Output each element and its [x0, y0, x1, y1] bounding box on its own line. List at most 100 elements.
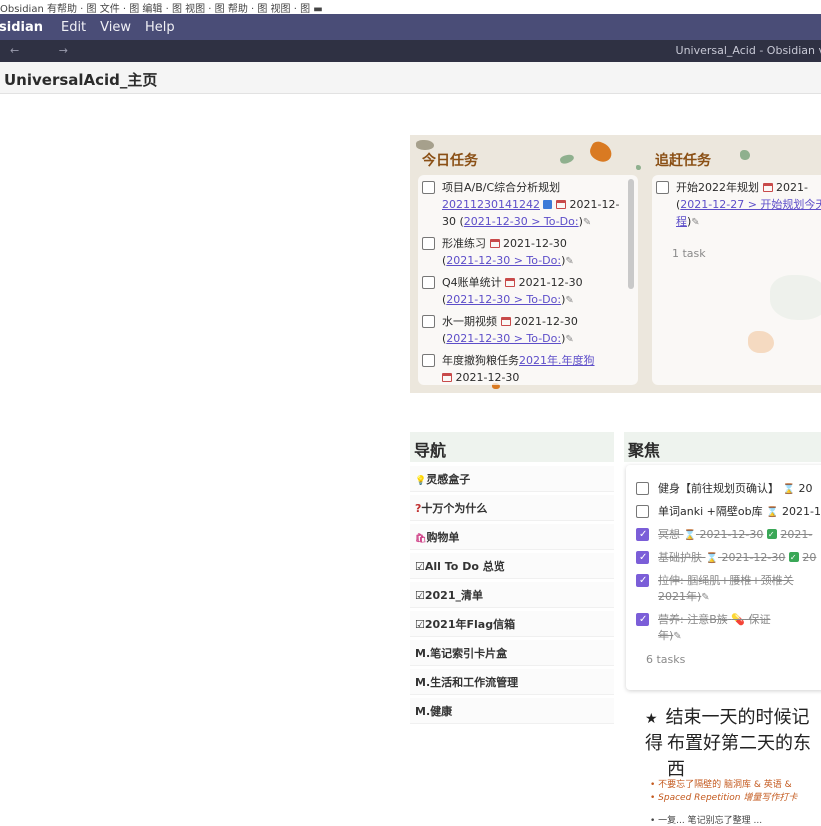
nav-label: M.笔记索引卡片盒 — [415, 647, 508, 660]
due-link[interactable]: 2021-12-30 > To-Do: — [446, 254, 561, 267]
calendar-icon — [489, 239, 500, 248]
task-date: 2021-12-30 — [721, 551, 786, 564]
menu-view[interactable]: View — [100, 20, 131, 35]
focus-card: 健身【前往规划页确认】 ⌛ 20 单词anki +隔壁ob库 ⌛ 2021-1 … — [626, 465, 821, 690]
checkbox-icon: ☑ — [415, 589, 425, 602]
edit-icon[interactable]: ✎ — [701, 590, 709, 606]
task-checkbox[interactable] — [422, 181, 435, 194]
calendar-icon — [442, 373, 452, 382]
task-text: 冥想 — [658, 528, 680, 541]
checkbox-icon: ☑ — [415, 560, 425, 573]
task-text: 开始2022年规划 — [676, 181, 759, 194]
nav-item-shopping[interactable]: 🛍购物单 — [410, 524, 614, 550]
task-link[interactable]: 20211230141242 — [442, 198, 540, 211]
note-text: 不要忘了隔壁的 脑洞库 & 英语 & — [658, 780, 792, 790]
task-text: 健身【前往规划页确认】 — [658, 482, 779, 495]
nav-item-health[interactable]: M.健康 — [410, 698, 614, 724]
nav-item-notes-index[interactable]: M.笔记索引卡片盒 — [410, 640, 614, 666]
task-item: 营养: 注意B族 💊 保证 年)✎ — [626, 612, 821, 645]
task-checkbox[interactable] — [422, 315, 435, 328]
task-text: 年度撤狗粮任务 — [442, 354, 519, 367]
edit-icon[interactable]: ✎ — [565, 292, 573, 309]
nav-item-why[interactable]: ?十万个为什么 — [410, 495, 614, 521]
focus-count: 6 tasks — [646, 653, 686, 666]
task-item: 基础护肤 ⌛ 2021-12-30 20 — [626, 550, 821, 567]
nav-item-inspiration[interactable]: 💡灵感盒子 — [410, 466, 614, 492]
task-item: 水一期视频 2021-12-30 (2021-12-30 > To-Do:)✎ — [418, 313, 626, 348]
due-link[interactable]: 2021-12-30 > To-Do: — [464, 215, 579, 228]
task-date: 2021-12-30 — [455, 371, 520, 384]
blue-link-icon — [543, 200, 553, 209]
task-checkbox-checked[interactable] — [636, 573, 649, 589]
task-item: 冥想 ⌛ 2021-12-30 2021- — [626, 527, 821, 544]
task-text: Q4账单统计 — [442, 276, 502, 289]
catchup-count: 1 task — [672, 247, 706, 260]
edit-icon[interactable]: ✎ — [691, 214, 699, 231]
decor-speck — [559, 152, 575, 166]
nav-label: M.生活和工作流管理 — [415, 676, 519, 689]
note-title: UniversalAcid_主页 — [0, 62, 821, 94]
reminder-line-2: 布置好第二天的东西 — [667, 733, 811, 780]
edit-icon[interactable]: ✎ — [565, 253, 573, 270]
nav-item-2021-list[interactable]: ☑2021_清单 — [410, 582, 614, 608]
calendar-icon — [555, 200, 566, 209]
hourglass-icon: ⌛ — [683, 530, 696, 541]
decor-speck — [416, 140, 434, 150]
due-link[interactable]: 2021-12-30 > To-Do: — [446, 332, 561, 345]
due-link-tail[interactable]: 程 — [676, 215, 687, 228]
task-text: 拉伸: 腘绳肌+腰椎+颈椎关 — [658, 574, 794, 587]
task-checkbox-checked[interactable] — [636, 527, 649, 543]
due-link[interactable]: 2021-12-30 > To-Do: — [446, 293, 561, 306]
task-item: 单词anki +隔壁ob库 ⌛ 2021-1 — [626, 504, 821, 521]
calendar-icon — [500, 317, 511, 326]
today-list: 项目A/B/C综合分析规划 20211230141242 2021-12-30 … — [418, 175, 638, 385]
edit-icon[interactable]: ✎ — [673, 629, 681, 645]
task-item: 年度撤狗粮任务2021年.年度狗 2021-12-30 — [418, 352, 626, 385]
today-card: 项目A/B/C综合分析规划 20211230141242 2021-12-30 … — [418, 175, 638, 385]
task-checkbox[interactable] — [636, 482, 649, 495]
catchup-title: 追赶任务 — [655, 153, 711, 169]
task-checkbox[interactable] — [656, 181, 669, 194]
edit-icon[interactable]: ✎ — [583, 214, 591, 231]
decor-speck — [740, 150, 750, 160]
system-menu-text: Obsidian 有帮助 · 图 文件 · 图 编辑 · 图 视图 · 图 帮助… — [0, 4, 323, 15]
nav-item-all-todo[interactable]: ☑All To Do 总览 — [410, 553, 614, 579]
task-checkbox-checked[interactable] — [636, 612, 649, 628]
task-text: 基础护肤 — [658, 551, 702, 564]
nav-arrows[interactable]: ← → — [10, 44, 86, 57]
navigation-list: 💡灵感盒子 ?十万个为什么 🛍购物单 ☑All To Do 总览 ☑2021_清… — [410, 466, 614, 727]
task-checkbox[interactable] — [422, 237, 435, 250]
task-text: 项目A/B/C综合分析规划 — [442, 181, 561, 194]
scrollbar[interactable] — [628, 179, 634, 289]
note-text: Spaced Repetition 增量写作打卡 — [658, 793, 798, 803]
task-checkbox-checked[interactable] — [636, 550, 649, 566]
edit-icon[interactable]: ✎ — [565, 331, 573, 348]
app-brand[interactable]: sidian — [0, 20, 43, 35]
task-link[interactable]: 2021年.年度狗 — [519, 354, 595, 367]
task-checkbox[interactable] — [422, 354, 435, 367]
done-date: 20 — [802, 551, 817, 564]
done-check-icon — [766, 527, 777, 543]
decor-speck — [587, 139, 615, 165]
nav-label: 购物单 — [426, 531, 460, 544]
task-checkbox[interactable] — [636, 505, 649, 518]
calendar-icon — [762, 183, 773, 192]
task-item: Q4账单统计 2021-12-30 (2021-12-30 > To-Do:)✎ — [418, 274, 626, 309]
nav-item-flag[interactable]: ☑2021年Flag信箱 — [410, 611, 614, 637]
nav-item-workflow[interactable]: M.生活和工作流管理 — [410, 669, 614, 695]
task-date: 2021-12-30 — [514, 315, 578, 328]
task-link[interactable]: 年) — [658, 629, 673, 642]
menu-help[interactable]: Help — [145, 20, 175, 35]
task-text: 水一期视频 — [442, 315, 497, 328]
task-date: 20 — [798, 482, 813, 495]
task-text: 营养: 注意B族 — [658, 613, 728, 626]
checkbox-icon: ☑ — [415, 618, 425, 631]
menu-edit[interactable]: Edit — [61, 20, 86, 35]
due-link[interactable]: 2021-12-27 > 开始规划今天 — [680, 198, 821, 211]
task-checkbox[interactable] — [422, 276, 435, 289]
task-link[interactable]: 2021年) — [658, 590, 701, 603]
task-text: 单词anki +隔壁ob库 — [658, 505, 763, 518]
system-menu-row: Obsidian 有帮助 · 图 文件 · 图 编辑 · 图 视图 · 图 帮助… — [0, 0, 821, 15]
task-date: 2021-1 — [782, 505, 821, 518]
task-date: 2021-12-30 — [699, 528, 764, 541]
